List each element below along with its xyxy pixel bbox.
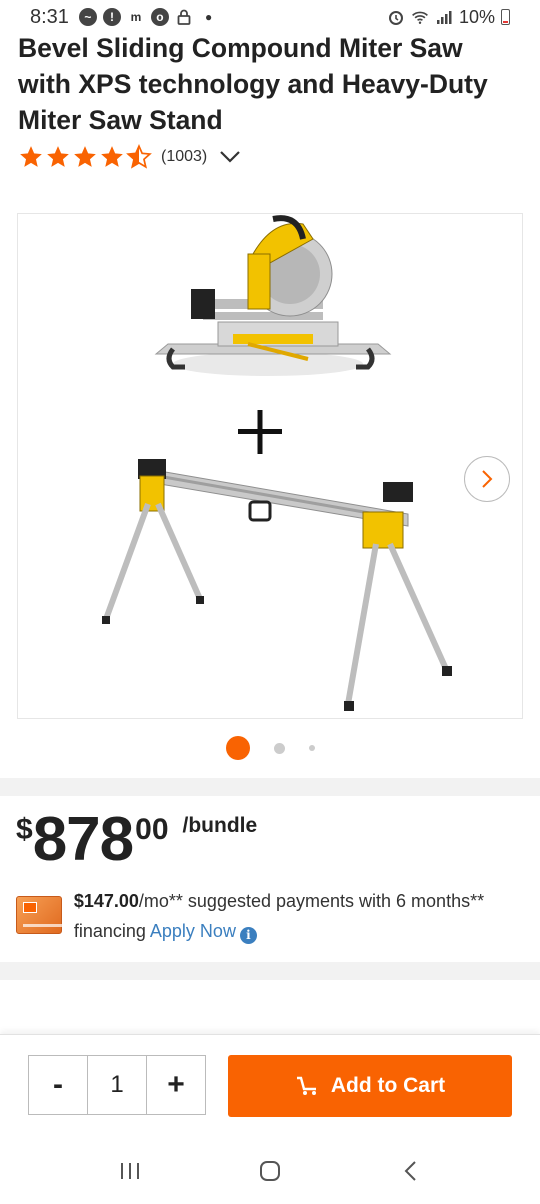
notification-dot-icon: ● — [204, 10, 213, 24]
financing-amount: $147.00 — [73, 891, 139, 911]
star-rating — [18, 144, 152, 170]
chevron-down-icon[interactable] — [219, 150, 241, 164]
star-full-icon — [47, 146, 69, 167]
carousel-next-button[interactable] — [464, 456, 510, 502]
plus-sign — [238, 410, 282, 454]
price-main: 878 — [32, 805, 134, 874]
home-icon[interactable] — [250, 1151, 290, 1191]
info-icon[interactable]: i — [239, 926, 257, 944]
messenger-icon: ~ — [78, 8, 97, 26]
alarm-icon — [387, 8, 405, 26]
status-right: 10% — [387, 7, 510, 28]
add-to-cart-button[interactable]: Add to Cart — [228, 1055, 512, 1117]
miter-saw-illustration — [154, 215, 392, 376]
carousel-dot-active[interactable] — [225, 736, 250, 760]
android-nav-bar — [0, 1138, 540, 1204]
add-to-cart-bar: - 1 + Add to Cart — [0, 1034, 540, 1138]
decrease-quantity-button[interactable]: - — [29, 1056, 87, 1114]
lock-icon — [175, 8, 193, 26]
back-icon[interactable] — [390, 1151, 430, 1191]
product-title: Bevel Sliding Compound Miter Saw with XP… — [18, 33, 488, 135]
star-half-icon — [126, 144, 152, 169]
quantity-stepper: - 1 + — [28, 1055, 206, 1115]
financing-offer: $147.00/mo** suggested payments with 6 m… — [16, 886, 526, 946]
carousel-dot[interactable] — [273, 742, 285, 754]
credit-card-image — [16, 896, 67, 934]
apply-now-link[interactable]: Apply Now — [150, 921, 236, 941]
status-left: 8:31 ~ ! m o ● — [30, 6, 212, 29]
battery-icon — [501, 9, 510, 25]
recent-apps-icon[interactable] — [110, 1151, 150, 1191]
wifi-icon — [411, 8, 429, 26]
price-block: $ 878 00 /bundle — [16, 805, 257, 875]
product-image — [102, 215, 452, 711]
price-unit: /bundle — [182, 814, 258, 837]
miter-stand-illustration — [102, 459, 452, 711]
review-count[interactable]: (1003) — [161, 148, 207, 166]
price-dollar-sign: $ — [16, 813, 33, 846]
quantity-input[interactable]: 1 — [87, 1056, 147, 1114]
financing-text: $147.00/mo** suggested payments with 6 m… — [74, 886, 526, 946]
carousel-dot[interactable] — [308, 745, 315, 751]
star-full-icon — [74, 146, 96, 167]
chevron-right-icon — [482, 470, 493, 488]
add-to-cart-label: Add to Cart — [330, 1074, 446, 1097]
alert-icon: ! — [102, 8, 121, 26]
cart-icon — [296, 1076, 316, 1095]
battery-percent: 10% — [458, 6, 495, 27]
carousel-pagination — [0, 736, 540, 760]
section-divider — [0, 778, 540, 796]
m-zone-icon: m — [130, 10, 142, 24]
section-divider — [0, 962, 540, 980]
chrome-icon: o — [150, 8, 169, 26]
card-number-icon — [23, 924, 67, 927]
status-bar: 8:31 ~ ! m o ● 10% — [0, 0, 540, 34]
star-full-icon — [101, 146, 123, 167]
product-image-carousel[interactable] — [17, 213, 523, 719]
rating-summary[interactable]: (1003) — [18, 144, 241, 170]
star-full-icon — [20, 146, 42, 167]
price-cents: 00 — [135, 813, 169, 846]
status-time: 8:31 — [30, 5, 69, 28]
increase-quantity-button[interactable]: + — [147, 1056, 205, 1114]
home-depot-logo-icon — [23, 902, 37, 913]
signal-icon — [435, 8, 453, 26]
